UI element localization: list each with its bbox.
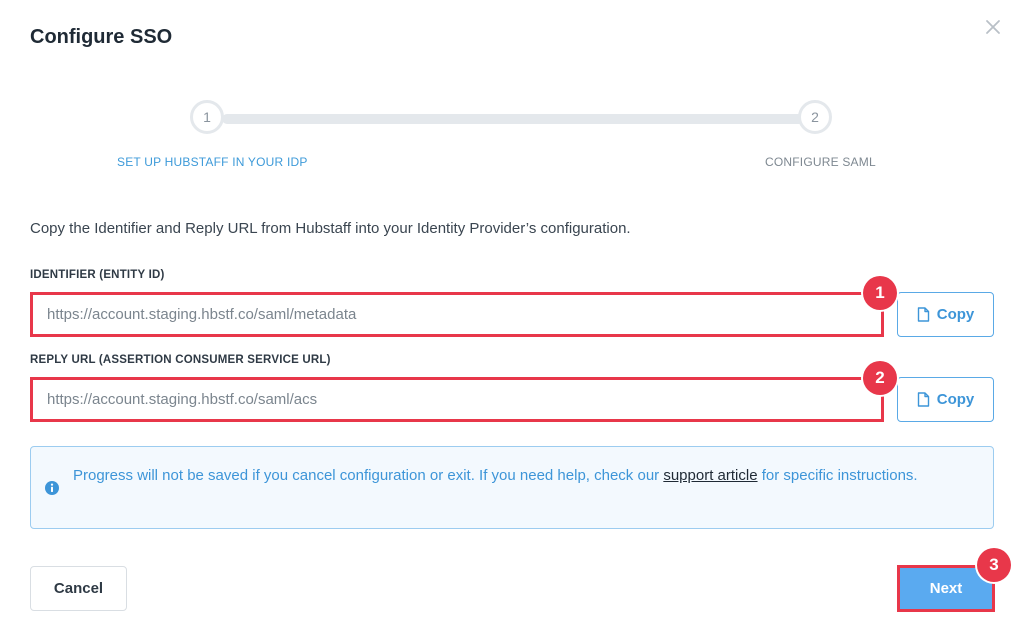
- annotation-badge-3: 3: [977, 548, 1011, 582]
- support-article-link[interactable]: support article: [663, 467, 757, 484]
- copy-reply-url-label: Copy: [936, 391, 975, 408]
- configure-sso-dialog: Configure SSO 1 2 SET UP HUBSTAFF IN YOU…: [0, 0, 1024, 641]
- instructions-text: Copy the Identifier and Reply URL from H…: [30, 220, 631, 237]
- copy-identifier-label: Copy: [936, 306, 975, 323]
- document-icon: [917, 307, 929, 322]
- close-icon: [986, 20, 1000, 34]
- dialog-title: Configure SSO: [30, 26, 173, 48]
- info-notice: Progress will not be saved if you cancel…: [30, 446, 994, 529]
- close-button[interactable]: [980, 14, 1006, 40]
- notice-text-after: for specific instructions.: [757, 467, 918, 484]
- cancel-button[interactable]: Cancel: [30, 566, 127, 611]
- stepper-track: [222, 114, 804, 124]
- step-2-label: CONFIGURE SAML: [765, 155, 876, 169]
- identifier-input[interactable]: [30, 292, 884, 337]
- notice-message: Progress will not be saved if you cancel…: [73, 464, 953, 487]
- step-1-label: SET UP HUBSTAFF IN YOUR IDP: [117, 155, 308, 169]
- copy-identifier-button[interactable]: Copy: [897, 292, 994, 337]
- reply-url-label: REPLY URL (ASSERTION CONSUMER SERVICE UR…: [30, 354, 331, 366]
- identifier-label: IDENTIFIER (ENTITY ID): [30, 269, 165, 281]
- reply-url-input[interactable]: [30, 377, 884, 422]
- progress-stepper: 1 2 SET UP HUBSTAFF IN YOUR IDP CONFIGUR…: [0, 96, 1024, 176]
- info-icon: [45, 481, 59, 495]
- step-1-indicator: 1: [190, 100, 224, 134]
- notice-text-before: Progress will not be saved if you cancel…: [73, 467, 664, 484]
- annotation-badge-2: 2: [863, 361, 897, 395]
- step-2-indicator: 2: [798, 100, 832, 134]
- annotation-badge-1: 1: [863, 276, 897, 310]
- document-icon: [917, 392, 929, 407]
- copy-reply-url-button[interactable]: Copy: [897, 377, 994, 422]
